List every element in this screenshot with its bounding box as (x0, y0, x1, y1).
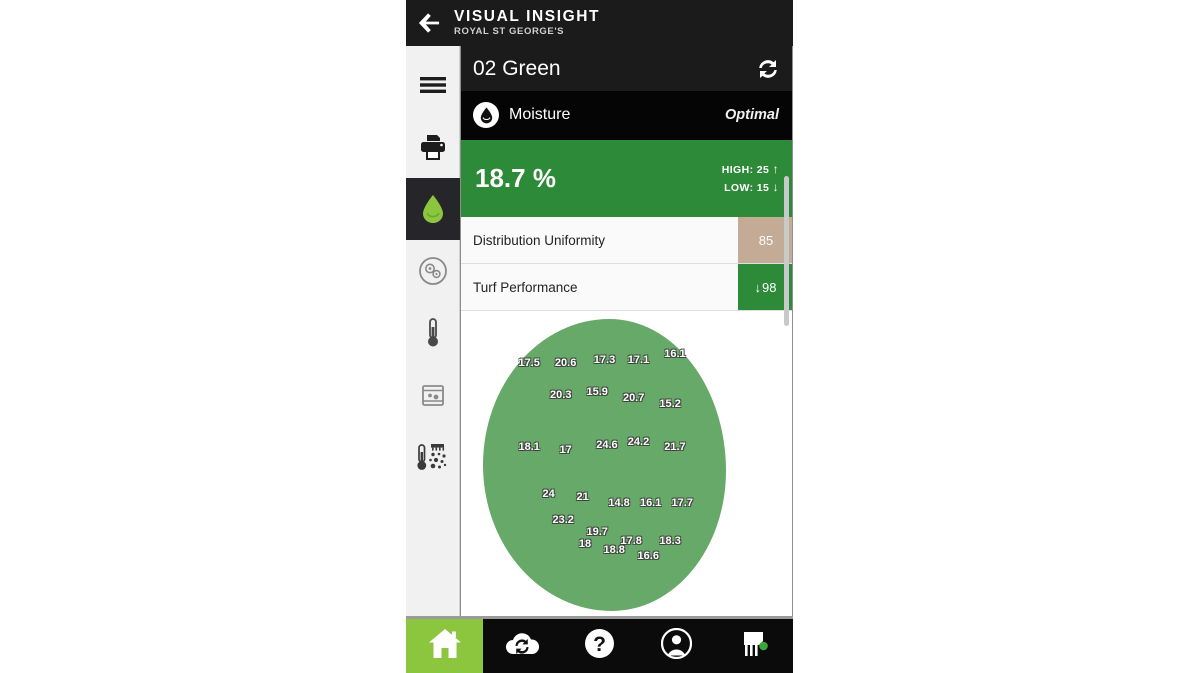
moisture-reading-label: 17.1 (627, 353, 650, 366)
moisture-reading-label: 23.2 (552, 514, 574, 527)
metric-strip: Moisture Optimal (461, 91, 793, 139)
soil-circle-icon (418, 256, 448, 286)
moisture-reading-label: 20.7 (622, 391, 645, 404)
metric-value: 18.7 % (475, 163, 556, 193)
app-title: VISUAL INSIGHT (454, 8, 601, 25)
moisture-reading-label: 18.1 (518, 441, 540, 454)
metric-high: HIGH: 25 ↑ (722, 161, 779, 179)
moisture-reading-label: 20.6 (554, 356, 577, 369)
water-drop-icon (473, 102, 499, 128)
moisture-reading-label: 15.9 (586, 386, 608, 398)
moisture-reading-label: 15.2 (659, 397, 681, 410)
moisture-reading-label: 19.7 (586, 526, 608, 539)
nav-button-sync[interactable] (483, 619, 560, 673)
salinity-icon (416, 441, 450, 473)
metric-range: HIGH: 25 ↑ LOW: 15 ↓ (722, 161, 779, 197)
arrow-up-icon: ↑ (772, 161, 779, 176)
kpi-label: Turf Performance (473, 279, 578, 295)
refresh-icon[interactable] (753, 54, 783, 84)
content-scrollbar[interactable] (784, 176, 789, 326)
moisture-reading-label: 17.5 (518, 356, 540, 369)
moisture-reading-label: 17.3 (593, 353, 616, 366)
sidebar-item-menu[interactable] (406, 54, 460, 116)
rail-spacer (406, 46, 459, 54)
app-subtitle: ROYAL ST GEORGE'S (454, 26, 565, 37)
sidebar-item-temperature[interactable] (406, 302, 460, 364)
metric-label: Moisture (509, 106, 571, 123)
kpi-row-turf-performance[interactable]: Turf Performance ↓ 98 (461, 264, 793, 311)
nav-button-account[interactable] (638, 619, 715, 673)
svg-text:?: ? (593, 633, 606, 656)
kpi-value: 85 (758, 232, 774, 248)
moisture-reading-label: 24.6 (596, 438, 618, 451)
home-icon (428, 628, 462, 664)
moisture-reading-label: 17 (559, 444, 572, 457)
moisture-reading-label: 21.7 (664, 441, 686, 454)
metric-low-label: LOW: 15 (724, 181, 770, 194)
page-title: 02 Green (473, 56, 561, 80)
nav-button-help[interactable]: ? (561, 619, 638, 673)
help-icon: ? (584, 628, 615, 664)
moisture-reading-label: 14.8 (608, 496, 630, 509)
green-moisture-map[interactable]: 17.5 20.6 17.3 17.1 16.1 20.3 15.9 20.7 15.2 18.1… (461, 311, 793, 616)
nav-button-home[interactable] (406, 619, 484, 673)
back-arrow-icon[interactable] (406, 0, 452, 46)
sidebar-item-salinity[interactable] (406, 426, 460, 488)
metric-low: LOW: 15 ↓ (722, 179, 779, 197)
arrow-down-icon: ↓ (772, 179, 779, 194)
status-badge: Optimal (725, 107, 779, 123)
kpi-row-distribution-uniformity[interactable]: Distribution Uniformity 85 (461, 217, 793, 264)
account-icon (661, 627, 693, 664)
moisture-reading-label: 16.1 (664, 348, 686, 361)
moisture-reading-label: 18.8 (603, 543, 625, 556)
content-column: 02 Green Moisture Optimal 18.7 % HIGH: 2… (460, 46, 793, 616)
moisture-reading-label: 18.3 (659, 534, 681, 547)
sidebar-item-soil[interactable] (406, 240, 460, 302)
thermometer-icon (425, 317, 441, 349)
sidebar-item-print[interactable] (406, 116, 460, 178)
moisture-reading-label: 20.3 (550, 388, 572, 401)
kpi-label: Distribution Uniformity (473, 232, 606, 248)
printer-icon (419, 134, 447, 160)
kpi-arrow-icon: ↓ (754, 279, 762, 295)
moisture-reading-label: 18 (578, 537, 592, 550)
metric-value-panel: 18.7 % HIGH: 25 ↑ LOW: 15 ↓ (461, 139, 793, 217)
cloud-sync-icon (504, 630, 540, 662)
water-drop-icon (421, 194, 445, 224)
sidebar-item-sample[interactable] (406, 364, 460, 426)
moisture-reading-label: 17.7 (671, 496, 693, 509)
beaker-cup-icon (419, 381, 447, 409)
title-bar: VISUAL INSIGHT ROYAL ST GEORGE'S (406, 0, 793, 46)
hamburger-menu-icon (419, 75, 447, 95)
moisture-reading-label: 24 (542, 488, 555, 501)
sidebar-item-moisture[interactable] (406, 178, 460, 240)
title-text-group: VISUAL INSIGHT ROYAL ST GEORGE'S (452, 8, 600, 38)
moisture-reading-label: 21 (576, 491, 589, 504)
metric-high-label: HIGH: 25 (721, 163, 770, 176)
moisture-reading-label: 24.2 (627, 435, 650, 448)
bottom-nav: ? (406, 616, 793, 673)
sidebar-icon-rail (406, 46, 460, 616)
app-frame: VISUAL INSIGHT ROYAL ST GEORGE'S 02 Gree… (406, 0, 793, 673)
turf-icon (739, 629, 769, 664)
green-header: 02 Green (461, 46, 793, 91)
moisture-reading-label: 16.6 (637, 549, 659, 562)
frame-right-edge (792, 46, 793, 616)
nav-button-turf[interactable] (716, 619, 793, 673)
moisture-reading-label: 16.1 (639, 496, 662, 509)
kpi-value: 98 (762, 279, 777, 295)
